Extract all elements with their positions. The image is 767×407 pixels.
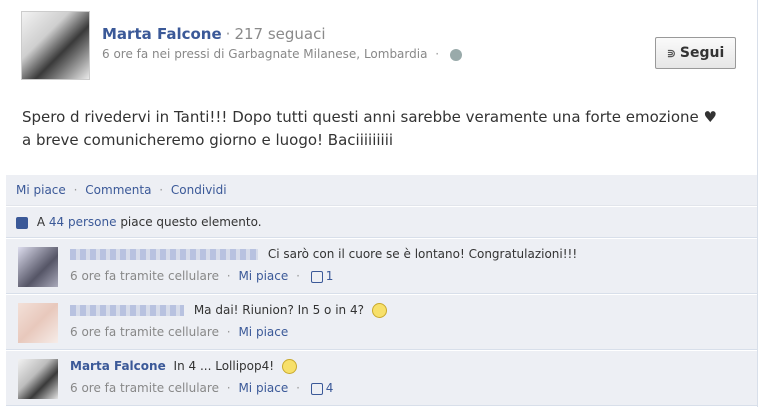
follow-button[interactable]: ⋑ Segui [655,37,736,69]
comment-item: Ci sarò con il cuore se è lontano! Congr… [6,239,757,294]
likes-prefix: A [36,215,46,229]
separator-dot: · [226,325,231,339]
thumbs-up-icon [310,382,323,395]
comment-time[interactable]: 6 ore fa tramite cellulare [70,269,219,283]
comment-like-link[interactable]: Mi piace [238,381,288,395]
comment-link[interactable]: Commenta [85,183,151,197]
commenter-avatar[interactable] [18,359,58,399]
separator-dot: · [159,183,164,197]
post-actions-bar: Mi piace · Commenta · Condividi [6,175,757,206]
share-link[interactable]: Condividi [171,183,227,197]
comment-meta: 6 ore fa tramite cellulare · Mi piace · … [70,269,333,283]
comment-text: Ci sarò con il cuore se è lontano! Congr… [267,247,578,261]
commenter-name-redacted[interactable] [70,305,184,316]
likes-count-link[interactable]: 44 persone [49,215,117,229]
post-meta: 6 ore fa nei pressi di Garbagnate Milane… [102,47,462,61]
comment-meta: 6 ore fa tramite cellulare · Mi piace [70,325,288,339]
comment-likes-count[interactable]: 1 [326,269,334,283]
separator-dot: · [73,183,78,197]
follow-label: Segui [679,45,725,61]
comment-time[interactable]: 6 ore fa tramite cellulare [70,325,219,339]
post-time-location[interactable]: 6 ore fa nei pressi di Garbagnate Milane… [102,47,427,61]
comment-body: Ma dai! Riunion? In 5 o in 4? [70,303,387,318]
followers-count[interactable]: 217 seguaci [234,25,325,43]
comment-like-link[interactable]: Mi piace [238,325,288,339]
commenter-name[interactable]: Marta Falcone [70,359,166,373]
author-name[interactable]: Marta Falcone [102,25,222,43]
thumbs-up-icon [310,270,323,283]
separator-dot: · [296,381,300,395]
comment-text: Ma dai! Riunion? In 5 o in 4? [193,303,364,317]
commenter-avatar[interactable] [18,303,58,343]
smiley-icon [371,303,387,318]
separator-dot: · [435,47,440,61]
rss-icon: ⋑ [666,46,676,60]
separator-dot: · [226,381,231,395]
comment-body: Marta Falcone In 4 ... Lollipop4! [70,359,297,374]
comment-item: Marta Falcone In 4 ... Lollipop4! 6 ore … [6,351,757,406]
separator-dot: · [225,25,231,43]
likes-suffix: piace questo elemento. [120,215,262,229]
separator-dot: · [296,269,300,283]
post-card: Marta Falcone · 217 seguaci 6 ore fa nei p… [0,0,758,407]
author-avatar[interactable] [21,11,90,80]
commenter-name-redacted[interactable] [70,249,258,260]
comment-likes-count[interactable]: 4 [326,381,334,395]
comment-text: In 4 ... Lollipop4! [173,359,275,373]
author-line: Marta Falcone · 217 seguaci [102,25,326,43]
post-text-line: Spero d rivedervi in Tanti!!! Dopo tutti… [22,108,717,126]
post-text: Spero d rivedervi in Tanti!!! Dopo tutti… [22,106,742,152]
commenter-avatar[interactable] [18,247,58,287]
like-link[interactable]: Mi piace [16,183,66,197]
comment-like-link[interactable]: Mi piace [238,269,288,283]
post-text-line: a breve comunicheremo giorno e luogo! Ba… [22,131,394,149]
comment-item: Ma dai! Riunion? In 5 o in 4? 6 ore fa t… [6,295,757,350]
smiley-icon [281,359,297,374]
separator-dot: · [226,269,231,283]
globe-icon[interactable] [449,48,462,61]
comment-meta: 6 ore fa tramite cellulare · Mi piace · … [70,381,333,395]
likes-summary: A 44 persone piace questo elemento. [6,207,757,238]
comment-body: Ci sarò con il cuore se è lontano! Congr… [70,247,577,261]
comment-time[interactable]: 6 ore fa tramite cellulare [70,381,219,395]
thumbs-up-icon [16,216,28,229]
